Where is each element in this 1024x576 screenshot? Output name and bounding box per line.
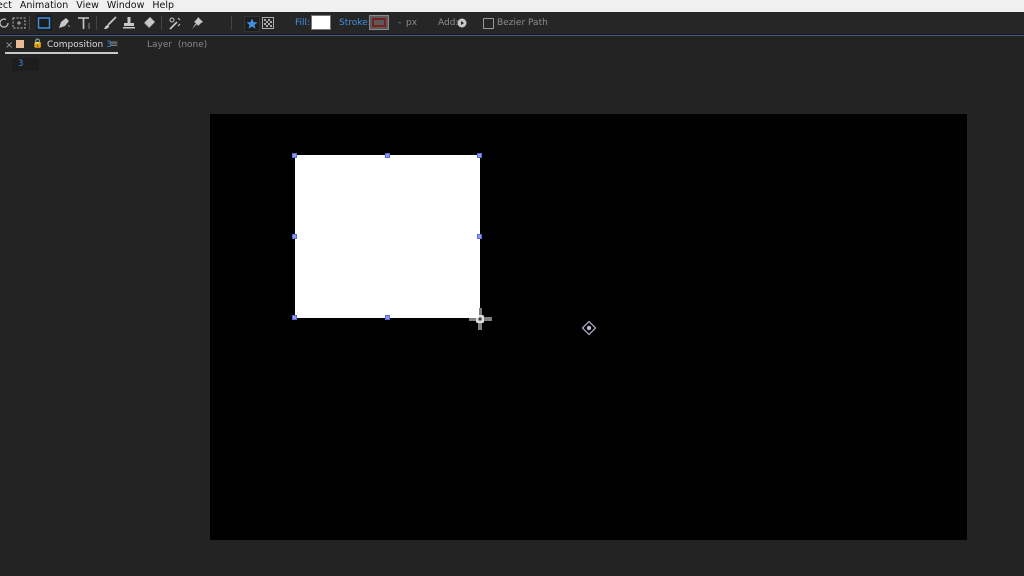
rectangle-shape[interactable] [295, 155, 480, 318]
layer-tab[interactable]: Layer (none) [147, 40, 207, 50]
shape-handle-middle-left[interactable] [292, 234, 297, 239]
menu-bar: ect Animation View Window Help [0, 0, 1024, 12]
shape-handle-bottom-center[interactable] [385, 315, 390, 320]
active-tab-indicator [5, 52, 118, 54]
shape-handle-top-right[interactable] [477, 153, 482, 158]
fill-color-swatch[interactable] [311, 15, 331, 30]
lock-icon[interactable]: 🔒 [32, 39, 43, 49]
move-cursor-icon [467, 307, 493, 331]
eraser-tool-icon[interactable] [141, 15, 157, 31]
bezier-path-label: Bezier Path [497, 18, 548, 28]
menu-window[interactable]: Window [107, 0, 144, 11]
brush-tool-icon[interactable] [102, 15, 118, 31]
toolbar-separator [231, 16, 232, 30]
pan-behind-tool-icon[interactable] [11, 15, 27, 31]
rectangle-tool-icon[interactable] [36, 15, 52, 31]
close-icon[interactable]: × [5, 40, 13, 51]
stroke-label[interactable]: Stroke: [339, 18, 371, 28]
puppet-pin-tool-icon[interactable] [189, 15, 205, 31]
composition-tab-title: Composition [47, 40, 104, 50]
pen-tool-icon[interactable] [56, 15, 72, 31]
roto-brush-tool-icon[interactable] [167, 15, 183, 31]
shape-handle-middle-right[interactable] [477, 234, 482, 239]
layer-tab-label: Layer [147, 40, 173, 50]
stroke-width-unit: px [406, 18, 418, 28]
toolbar-separator [29, 16, 30, 30]
menu-animation[interactable]: Animation [20, 0, 68, 11]
bezier-path-checkbox[interactable] [483, 18, 494, 29]
add-menu-icon[interactable] [457, 18, 467, 28]
add-label: Add: [438, 18, 459, 28]
shape-handle-bottom-left[interactable] [292, 315, 297, 320]
layer-tab-value: (none) [177, 40, 208, 50]
composition-tab[interactable]: Composition 3 [47, 40, 112, 50]
stroke-color-swatch[interactable] [369, 15, 389, 30]
menu-view[interactable]: View [76, 0, 99, 11]
composition-color-label [16, 40, 24, 48]
toolbar-separator [96, 16, 97, 30]
stroke-width-value[interactable]: - [398, 18, 401, 28]
toolbar-separator [161, 16, 162, 30]
type-tool-icon[interactable] [76, 15, 92, 31]
shape-handle-top-center[interactable] [385, 153, 390, 158]
stroke-options-icon[interactable] [261, 16, 275, 30]
fill-options-star-icon[interactable] [244, 16, 260, 32]
panel-menu-icon[interactable]: ≡ [110, 39, 118, 50]
fill-label[interactable]: Fill: [295, 18, 310, 28]
menu-effect[interactable]: ect [0, 0, 12, 11]
clone-stamp-tool-icon[interactable] [121, 15, 137, 31]
composition-breadcrumb[interactable]: 3 [12, 58, 39, 71]
shape-handle-top-left[interactable] [292, 153, 297, 158]
anchor-point-icon[interactable] [581, 320, 597, 336]
menu-help[interactable]: Help [152, 0, 174, 11]
